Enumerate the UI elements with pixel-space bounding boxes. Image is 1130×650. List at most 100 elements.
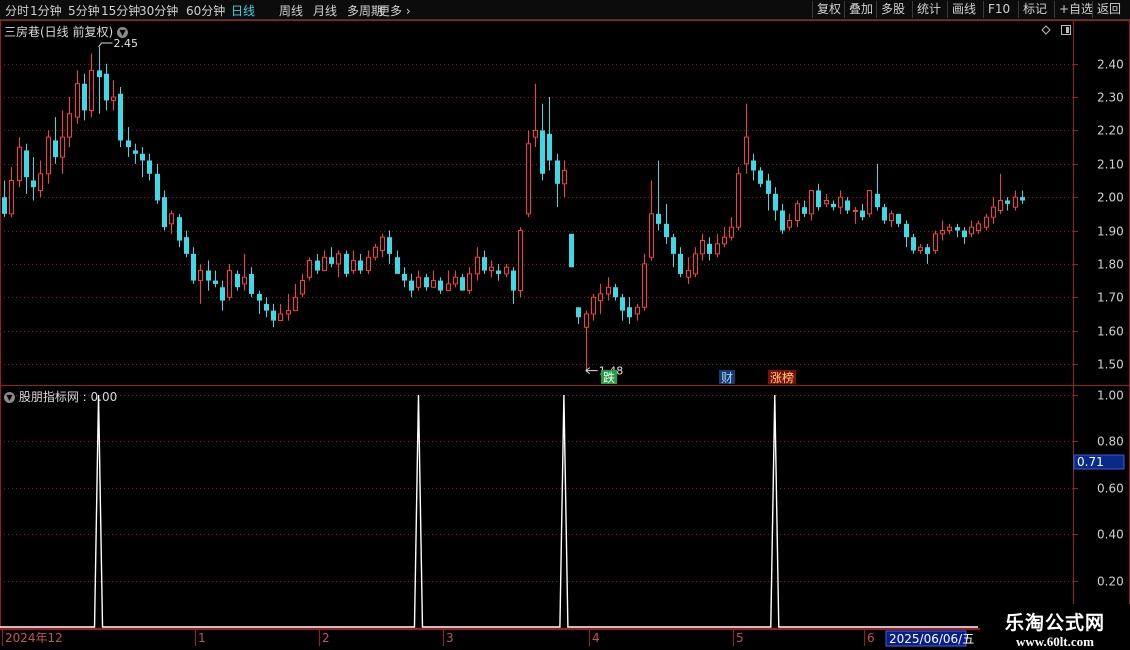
candle (911, 233, 916, 254)
candle (518, 227, 523, 298)
candle-body (53, 140, 58, 158)
candle-body (984, 216, 989, 228)
candle (896, 213, 901, 228)
candle (126, 127, 131, 158)
candle (715, 233, 720, 258)
candle-body (140, 153, 145, 161)
candle-body (918, 246, 923, 252)
candle (693, 247, 698, 278)
candle (300, 273, 305, 298)
low-marker-arrow (585, 367, 598, 375)
candle-body (482, 257, 487, 271)
candle-body (344, 253, 349, 274)
candle-body (700, 240, 705, 255)
date-axis-label: 3 (446, 631, 454, 645)
candle (475, 247, 480, 281)
candles (2, 47, 1025, 371)
candle-body (9, 179, 14, 215)
candle-body (60, 136, 65, 158)
candle (38, 160, 43, 198)
watermark-line1: 乐淘公式网 (1004, 613, 1105, 634)
candle-body (249, 273, 254, 294)
candle (526, 130, 531, 218)
candle (104, 63, 109, 111)
candle (816, 183, 821, 211)
candle (809, 189, 814, 221)
candle-body (656, 213, 661, 224)
candle-body (998, 199, 1003, 212)
candle (1020, 190, 1025, 204)
price-axis-label: 2.00 (1097, 191, 1124, 205)
candle (686, 257, 691, 284)
price-axis-label: 1.90 (1097, 225, 1124, 239)
candle-body (664, 223, 669, 238)
candle-body (955, 227, 960, 231)
candle (824, 193, 829, 208)
candle-body (526, 143, 531, 215)
candle-body (446, 283, 451, 292)
candle-body (1005, 200, 1010, 204)
candle-body (780, 210, 785, 231)
candle-body (562, 169, 567, 185)
candle (118, 87, 123, 148)
candle (962, 227, 967, 244)
candle (227, 263, 232, 301)
candle (169, 210, 174, 234)
candle-body (17, 146, 22, 181)
candle (649, 180, 654, 261)
candle (562, 160, 567, 198)
candle (264, 297, 269, 318)
indicator-axis-label: 0.20 (1097, 575, 1124, 589)
price-grid: 2.40 2.30 2.20 2.10 2.00 1.90 1.80 1.70 1.60 1.50 (0, 58, 1124, 372)
candle-body (693, 253, 698, 275)
candle (67, 97, 72, 148)
tag-label: 跌 (603, 370, 615, 385)
candle (453, 270, 458, 288)
candle (155, 163, 160, 204)
candle-body (867, 189, 872, 215)
candle (947, 223, 952, 234)
candle-body (504, 266, 509, 275)
indicator-line (0, 394, 978, 628)
indicator-axis-label: 0.60 (1097, 482, 1124, 496)
candle (307, 257, 312, 281)
price-axis-label: 1.60 (1097, 325, 1124, 339)
candle-body (191, 253, 196, 281)
candle-body (976, 223, 981, 232)
watermark: 乐淘公式网 www.60lt.com (980, 604, 1130, 650)
candle (278, 303, 283, 322)
candle-body (751, 160, 756, 171)
candle-body (89, 69, 94, 111)
candle (482, 250, 487, 274)
candle (257, 290, 262, 314)
chevron-down-icon[interactable]: ▼ (117, 27, 129, 38)
candle-body (38, 173, 43, 191)
candle (53, 117, 58, 164)
date-axis-label: 6 (867, 631, 875, 645)
candle-body (576, 307, 581, 318)
candle-body (489, 266, 494, 272)
candle (555, 153, 560, 208)
candle (576, 307, 581, 324)
candle-body (206, 270, 211, 281)
candle-body (24, 150, 29, 178)
indicator-axis-label: 0.40 (1097, 528, 1124, 542)
candle-body (242, 276, 247, 285)
stock-chart: 2.40 2.30 2.20 2.10 2.00 1.90 1.80 1.70 1.60 1.50… (0, 20, 1130, 647)
candle-body (126, 140, 131, 148)
candle-body (467, 273, 472, 292)
candle-body (315, 260, 320, 271)
chart-frame (0, 20, 1130, 629)
candle-body (351, 260, 356, 272)
chevron-down-icon[interactable]: ▼ (4, 392, 15, 403)
high-marker-arrow (98, 42, 113, 48)
main-panel-title: 三房巷(日线 前复权) (4, 25, 114, 39)
candle (162, 190, 167, 231)
candle-body (555, 160, 560, 184)
cursor-date-label: 2025/06/06/五 (889, 632, 974, 646)
price-axis-label: 1.70 (1097, 291, 1124, 305)
candle-body (147, 160, 152, 174)
diamond-icon (1041, 25, 1051, 35)
candle (402, 267, 407, 288)
price-axis-label: 2.20 (1097, 124, 1124, 138)
